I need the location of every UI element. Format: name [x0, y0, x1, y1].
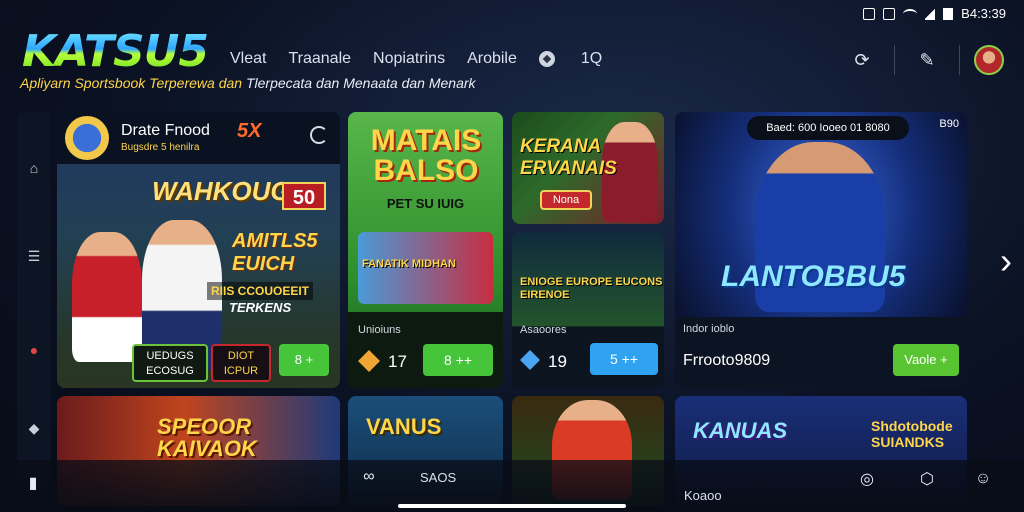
- nav-search[interactable]: 1Q: [581, 50, 602, 68]
- nav-item-1[interactable]: Vleat: [230, 50, 266, 68]
- game-art: FANATIK MIDHAN: [358, 232, 493, 304]
- promo-subtitle: Shdotobode SUIANDKS: [871, 418, 953, 450]
- card-title: Drate Fnood: [121, 122, 210, 139]
- edit-button[interactable]: ✎: [909, 42, 945, 78]
- app-logo[interactable]: KATSU5: [22, 26, 209, 77]
- hero-card[interactable]: Baed: 600 Iooeo 01 8080 B90 LANTOBBU5 In…: [675, 112, 967, 388]
- wifi-icon: [903, 8, 918, 19]
- odds-button[interactable]: DIOT ICPUR: [211, 344, 271, 382]
- team-logo: [65, 116, 109, 160]
- game-title: KERANA ERVANAIS: [520, 136, 617, 179]
- bottom-label: Koaoo: [684, 488, 722, 503]
- menu-icon[interactable]: ☰: [24, 246, 44, 266]
- game-label: Unioiuns: [358, 324, 401, 336]
- divider: [894, 45, 895, 75]
- avatar[interactable]: [974, 45, 1004, 75]
- play-button[interactable]: Nona: [540, 190, 592, 210]
- promo-strip: RIIS CCOUOEEIT: [207, 282, 314, 300]
- game-card[interactable]: ENIOGE EUROPE EUCONS EIRENOE Asaoores 19…: [512, 232, 664, 388]
- featured-card[interactable]: Drate Fnood Bugsdre 5 henilra 5X WAHKOUG…: [57, 112, 340, 388]
- profile-icon[interactable]: ☺: [972, 468, 994, 490]
- game-art-label: FANATIK MIDHAN: [362, 258, 456, 270]
- odds-button[interactable]: UEDUGS ECOSUG: [132, 344, 208, 382]
- banner-number: 50: [282, 182, 326, 210]
- info-pill: Baed: 600 Iooeo 01 8080: [747, 116, 909, 140]
- game-title: MATAIS BALSO: [370, 124, 482, 187]
- bet-button[interactable]: 5 ++: [590, 343, 658, 375]
- camera-icon[interactable]: ◎: [856, 468, 878, 490]
- bet-button[interactable]: 8 +: [279, 344, 329, 376]
- side-rail: ⌂ ☰ ● ◆: [17, 112, 51, 502]
- hero-code: Frrooto9809: [683, 352, 771, 369]
- football-icon[interactable]: [538, 51, 555, 67]
- shield-icon[interactable]: ⬡: [916, 468, 938, 490]
- tagline-yellow: Apliyarn Sportsbook Terperewa dan: [20, 75, 243, 91]
- tagline: Apliyarn Sportsbook Terperewa dan Tlerpe…: [20, 75, 476, 91]
- chevron-right-icon[interactable]: ›: [1000, 240, 1012, 282]
- star-icon: [520, 350, 540, 370]
- game-title: ENIOGE EUROPE EUCONS EIRENOE: [520, 276, 663, 301]
- game-count: 17: [388, 352, 407, 371]
- game-subtitle: PET SU IUIG: [386, 196, 465, 211]
- hero-title: LANTOBBU5: [721, 260, 906, 293]
- save-count: B90: [939, 118, 959, 130]
- bet-button[interactable]: 8 ++: [423, 344, 493, 376]
- hero-label: Indor ioblo: [683, 323, 735, 335]
- battery-icon: [943, 7, 954, 20]
- game-card[interactable]: MATAIS BALSO PET SU IUIG FANATIK MIDHAN …: [348, 112, 503, 388]
- nav-item-2[interactable]: Traanale: [288, 50, 351, 68]
- promo-sub: TERKENS: [229, 300, 292, 315]
- signal-icon: [925, 7, 936, 20]
- promo-title: SPEOOR KAIVAOK: [157, 414, 257, 461]
- sidebar-toggle-icon[interactable]: ▮: [22, 472, 44, 494]
- vibrate-icon: [883, 7, 896, 20]
- bottom-label: SAOS: [420, 470, 457, 485]
- card-subtitle: Bugsdre 5 henilra: [121, 142, 200, 153]
- view-button[interactable]: Vaole +: [893, 344, 959, 376]
- multiplier-badge: 5X: [237, 120, 262, 142]
- tag-icon[interactable]: ◆: [24, 418, 44, 438]
- header-actions: ⟳ ✎: [844, 42, 1004, 78]
- banner-title: WAHKOUG: [152, 176, 291, 206]
- promo-title: KANUAS: [693, 418, 788, 443]
- status-time: B4:3:39: [961, 6, 1006, 21]
- top-nav: Vleat Traanale Nopiatrins Arobile 1Q: [230, 50, 624, 68]
- notification-icon: [863, 7, 876, 20]
- promo-title: VANUS: [366, 414, 442, 439]
- game-card[interactable]: KERANA ERVANAIS Nona: [512, 112, 664, 224]
- live-icon[interactable]: ●: [24, 340, 44, 360]
- nav-item-3[interactable]: Nopiatrins: [373, 50, 445, 68]
- divider: [959, 45, 960, 75]
- promo-title: AMITLS5 EUICH: [232, 230, 318, 275]
- home-indicator[interactable]: [398, 504, 626, 508]
- status-bar: B4:3:39: [863, 6, 1006, 21]
- game-label: Asaoores: [520, 324, 567, 336]
- player-image: [72, 232, 142, 362]
- nav-item-4[interactable]: Arobile: [467, 50, 517, 68]
- tagline-white: Tlerpecata dan Menaata dan Menark: [245, 75, 476, 91]
- link-icon[interactable]: ∞: [358, 466, 380, 488]
- history-button[interactable]: ⟳: [844, 42, 880, 78]
- home-icon[interactable]: ⌂: [24, 158, 44, 178]
- game-count: 19: [548, 352, 567, 371]
- refresh-icon[interactable]: [310, 126, 328, 144]
